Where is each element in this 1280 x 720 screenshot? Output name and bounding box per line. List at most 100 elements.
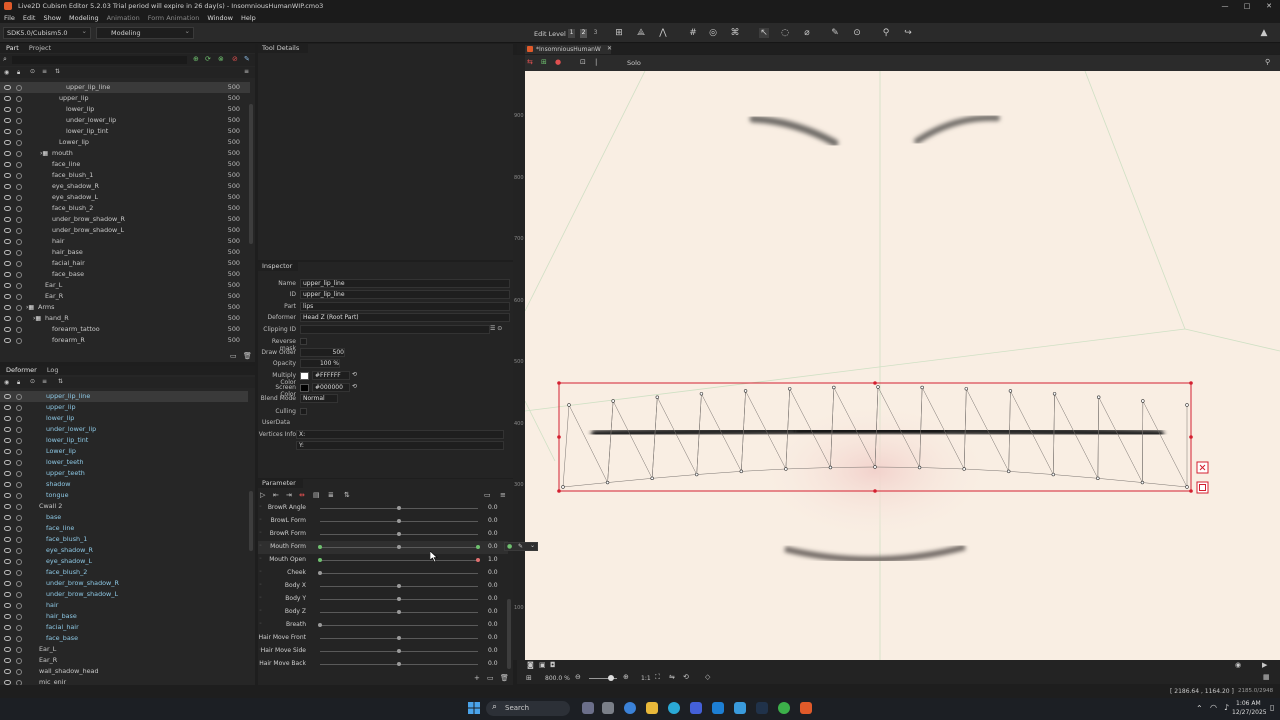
eye-column-icon[interactable]: ◉ [4, 69, 9, 76]
inspector-field[interactable]: Normal [300, 394, 338, 403]
edit-level-1[interactable]: 1 [568, 29, 575, 38]
folder-icon[interactable]: ▭ [484, 491, 491, 499]
parameter-value[interactable]: 0.0 [488, 530, 498, 537]
snapshot-icon[interactable]: ▣ [539, 661, 546, 669]
play-icon[interactable]: ▷ [260, 491, 265, 499]
clock-time[interactable]: 1:06 AM [1236, 700, 1261, 707]
new-part-icon[interactable]: ⊕ [193, 55, 199, 63]
part-row[interactable]: face_blush_2 500 [0, 203, 250, 214]
store-icon[interactable] [690, 702, 702, 714]
parameter-row[interactable]: ◦ Body X 0.0 [258, 580, 508, 593]
grid-icon[interactable]: # [688, 28, 698, 38]
lock-toggle-icon[interactable] [16, 305, 22, 311]
folder-icon[interactable]: ›▦ [33, 313, 41, 324]
visibility-eye-icon[interactable] [4, 327, 11, 332]
deformer-row[interactable]: Ear_R [0, 655, 248, 666]
parameter-value[interactable]: 0.0 [488, 517, 498, 524]
visibility-eye-icon[interactable] [4, 316, 11, 321]
deformer-row[interactable]: face_base [0, 633, 248, 644]
lock-toggle-icon[interactable] [16, 416, 22, 422]
parameter-value[interactable]: 0.0 [488, 621, 498, 628]
flip-icon[interactable]: ⇋ [669, 673, 675, 681]
parameter-row[interactable]: ◦ Hair Move Front 0.0 [258, 632, 508, 645]
lock-toggle-icon[interactable] [16, 603, 22, 609]
file-explorer-icon[interactable] [646, 702, 658, 714]
fit-icon[interactable]: ⊡ [580, 58, 586, 66]
inspector-field[interactable]: X: [296, 430, 504, 439]
part-row[interactable]: ›▦ Arms 500 [0, 302, 250, 313]
panel-menu-icon[interactable]: ≡ [500, 491, 506, 499]
parameter-value[interactable]: 0.0 [488, 634, 498, 641]
tab-project[interactable]: Project [25, 44, 55, 53]
lock-toggle-icon[interactable] [16, 206, 22, 212]
parameter-slider-handle[interactable] [397, 532, 401, 536]
deformer-row[interactable]: eye_shadow_R [0, 545, 248, 556]
lock-toggle-icon[interactable] [16, 217, 22, 223]
part-row[interactable]: Lower_lip 500 [0, 137, 250, 148]
lock-toggle-icon[interactable] [16, 96, 22, 102]
part-row[interactable]: under_brow_shadow_R 500 [0, 214, 250, 225]
deformer-row[interactable]: mic_enir [0, 677, 248, 685]
deformer-row[interactable]: hair_base [0, 611, 248, 622]
lock-toggle-icon[interactable] [16, 449, 22, 455]
menu-edit[interactable]: Edit [23, 14, 36, 22]
lasso-icon[interactable]: ◌ [780, 28, 790, 38]
parameter-value[interactable]: 0.0 [488, 608, 498, 615]
lock-toggle-icon[interactable] [16, 316, 22, 322]
zoom-value[interactable]: 800.0 % [545, 675, 570, 682]
mesh-edit-icon[interactable]: ⊞ [614, 28, 624, 38]
lock-toggle-icon[interactable] [16, 647, 22, 653]
deformer-row[interactable]: Lower_lip [0, 446, 248, 457]
lock-toggle-icon[interactable] [16, 405, 22, 411]
visibility-eye-icon[interactable] [4, 548, 11, 553]
deformer-scrollbar[interactable] [249, 491, 253, 551]
deformer-row[interactable]: face_blush_2 [0, 567, 248, 578]
parameter-slider-track[interactable] [320, 625, 478, 626]
solo-toggle[interactable]: Solo [627, 59, 641, 67]
visibility-eye-icon[interactable] [4, 427, 11, 432]
visibility-eye-icon[interactable] [4, 460, 11, 465]
menu-modeling[interactable]: Modeling [69, 14, 99, 22]
photos-icon[interactable] [734, 702, 746, 714]
auto-mesh-icon[interactable]: ⟁ [636, 28, 646, 38]
menu-show[interactable]: Show [43, 14, 61, 22]
mesh-visibility-icon[interactable]: ⊞ [541, 58, 547, 66]
edge-icon[interactable] [668, 702, 680, 714]
parameter-row[interactable]: ◦ BrowR Angle 0.0 [258, 502, 508, 515]
visibility-eye-icon[interactable] [4, 581, 11, 586]
parameter-value[interactable]: 0.0 [488, 543, 498, 550]
menu-help[interactable]: Help [241, 14, 256, 22]
lock-toggle-icon[interactable] [16, 460, 22, 466]
volume-icon[interactable]: ♪ [1224, 703, 1229, 712]
parameter-row[interactable]: ◦ Breath 0.0 [258, 619, 508, 632]
part-row[interactable]: eye_shadow_R 500 [0, 181, 250, 192]
visibility-eye-icon[interactable] [4, 85, 11, 90]
new-group-icon[interactable]: ▭ [487, 674, 494, 682]
lock-toggle-icon[interactable] [16, 184, 22, 190]
close-button[interactable]: ✕ [1258, 0, 1280, 12]
deformer-row[interactable]: lower_lip [0, 413, 248, 424]
edit-level-3[interactable]: 3 [592, 29, 599, 38]
visibility-eye-icon[interactable] [4, 151, 11, 156]
lock-toggle-icon[interactable] [16, 162, 22, 168]
mesh-brush-icon[interactable]: ✎ [830, 28, 840, 38]
keyform-marker[interactable] [476, 545, 480, 549]
lock-toggle-icon[interactable] [16, 140, 22, 146]
inspector-checkbox[interactable] [300, 338, 307, 345]
outlook-icon[interactable] [712, 702, 724, 714]
clock-date[interactable]: 12/27/2025 [1232, 709, 1267, 716]
lock-toggle-icon[interactable] [16, 548, 22, 554]
parameter-value[interactable]: 1.0 [488, 556, 498, 563]
folder-icon[interactable]: ›▦ [40, 148, 48, 159]
lock-toggle-icon[interactable] [16, 636, 22, 642]
deformer-row[interactable]: Ear_L [0, 644, 248, 655]
lock-column-icon[interactable]: 🔒︎ [17, 69, 20, 77]
deformer-row[interactable]: under_brow_shadow_R [0, 578, 248, 589]
part-row[interactable]: ›▦ hand_R 500 [0, 313, 250, 324]
deformer-row[interactable]: face_line [0, 523, 248, 534]
lock-toggle-icon[interactable] [16, 118, 22, 124]
parameter-value[interactable]: 0.0 [488, 582, 498, 589]
part-row[interactable]: under_lower_lip 500 [0, 115, 250, 126]
visibility-eye-icon[interactable] [4, 162, 11, 167]
visibility-eye-icon[interactable] [4, 636, 11, 641]
